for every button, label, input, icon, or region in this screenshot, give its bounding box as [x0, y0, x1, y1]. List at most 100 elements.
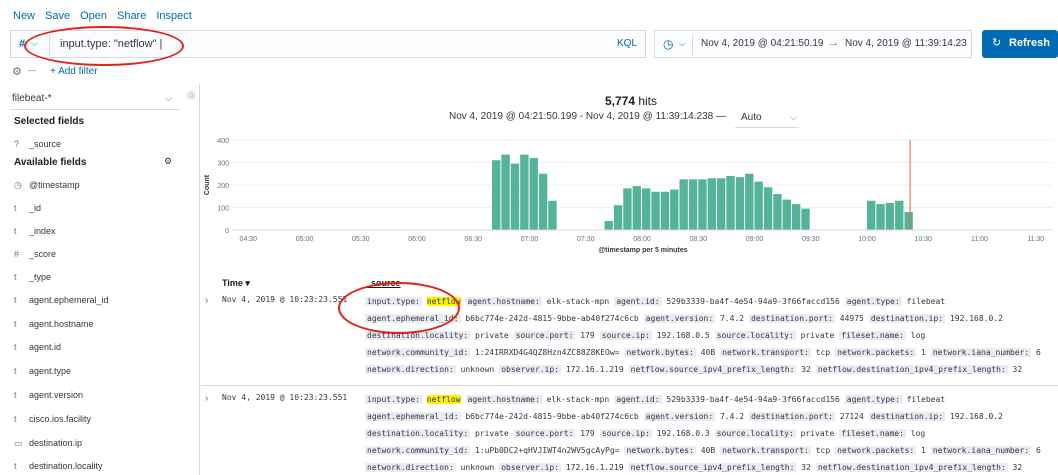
- nav-share-link[interactable]: Share: [117, 10, 146, 26]
- clock-icon[interactable]: ◷: [663, 37, 673, 51]
- histogram-bar: [613, 205, 623, 230]
- histogram-bar: [707, 178, 716, 230]
- chevron-down-icon[interactable]: —: [28, 66, 36, 75]
- ip-type-icon: ▭: [14, 438, 23, 448]
- x-tick-label: 09:30: [802, 236, 820, 243]
- field-key: agent.version:: [643, 412, 716, 421]
- field-value: tcp: [810, 446, 831, 455]
- saved-query-icon[interactable]: #: [19, 38, 25, 50]
- highlighted-value: netflow: [426, 297, 461, 306]
- field-key: network.transport:: [720, 446, 811, 455]
- field-item[interactable]: ◷ @timestamp: [14, 180, 80, 198]
- field-pair: agent.hostname: elk-stack-mpn: [465, 395, 609, 404]
- histogram-chart: 0 100 200 300 400 Count 04:30 05:00 05:30 06:00 06…: [204, 138, 1053, 254]
- field-pair: source.ip: 192.168.0.5: [599, 331, 710, 340]
- source-line: network.community_id: 1:uPb0DC2+qHVJIWT4…: [365, 444, 1055, 461]
- interval-select[interactable]: Auto ⌵: [735, 106, 799, 128]
- histogram-bar: [510, 163, 520, 230]
- kql-toggle[interactable]: KQL: [617, 38, 637, 49]
- index-pattern-select[interactable]: filebeat-* ⌵: [10, 88, 180, 110]
- field-key: agent.version:: [643, 314, 716, 323]
- time-column-header[interactable]: Time ▾: [222, 278, 250, 289]
- field-pair: input.type: netflow: [365, 395, 461, 404]
- y-tick-label: 400: [217, 138, 229, 145]
- field-name: agent.hostname: [29, 319, 94, 329]
- field-item[interactable]: t destination.locality: [14, 461, 103, 475]
- field-key: agent.hostname:: [465, 395, 542, 404]
- field-item[interactable]: t agent.version: [14, 390, 83, 408]
- field-value: b6bc774e-242d-4815-9bbe-ab40f274c6cb: [460, 412, 639, 421]
- expand-row-icon[interactable]: ›: [205, 295, 208, 306]
- field-item[interactable]: # _score: [14, 249, 56, 267]
- field-item[interactable]: t cisco.ios.facility: [14, 414, 91, 432]
- field-key: network.bytes:: [624, 348, 696, 357]
- field-item[interactable]: t _index: [14, 226, 56, 244]
- field-item[interactable]: t agent.hostname: [14, 319, 94, 337]
- field-pair: network.bytes: 40B: [624, 348, 715, 357]
- field-key: network.transport:: [720, 348, 811, 357]
- histogram-bar: [492, 160, 501, 230]
- query-input[interactable]: # ⌵ input.type: "netflow" | KQL: [10, 30, 646, 58]
- row-source: input.type: netflow agent.hostname: elk-s…: [365, 295, 1055, 380]
- field-pair: agent.version: 7.4.2: [643, 412, 744, 421]
- field-type-icon: t: [14, 295, 17, 305]
- field-pair: destination.port: 27124: [749, 412, 864, 421]
- selected-field-item[interactable]: ? _source: [14, 139, 61, 157]
- row-divider: [201, 385, 1058, 386]
- field-value: private: [795, 331, 835, 340]
- field-item[interactable]: t agent.id: [14, 342, 61, 360]
- y-tick-label: 0: [225, 228, 229, 235]
- chevron-down-icon[interactable]: ⌵: [31, 38, 38, 49]
- field-name: agent.version: [29, 390, 84, 400]
- chevron-down-icon[interactable]: ⌵: [679, 39, 685, 49]
- field-pair: agent.id: 529b3339-ba4f-4e54-94a9-3f66fa…: [614, 297, 840, 306]
- histogram-bar: [642, 188, 651, 230]
- field-key: observer.ip:: [499, 463, 562, 472]
- hits-count: 5,774 hits: [201, 94, 1058, 108]
- field-value: elk-stack-mpn: [541, 297, 610, 306]
- field-value: 1:uPb0DC2+qHVJIWT4n2WV5gcAyPg=: [470, 446, 620, 455]
- time-picker[interactable]: ◷ ⌵ Nov 4, 2019 @ 04:21:50.19 → Nov 4, 2…: [654, 30, 972, 58]
- field-value: 6: [1031, 446, 1041, 455]
- field-pair: netflow.source_ipv4_prefix_length: 32: [628, 365, 811, 374]
- query-bar: # ⌵ input.type: "netflow" | KQL ◷ ⌵ Nov …: [10, 30, 1058, 60]
- nav-open-link[interactable]: Open: [80, 10, 107, 26]
- time-end[interactable]: Nov 4, 2019 @ 11:39:14.23: [845, 38, 967, 49]
- field-item[interactable]: t _type: [14, 272, 51, 290]
- field-key: source.port:: [513, 331, 576, 340]
- nav-inspect-link[interactable]: Inspect: [156, 10, 191, 26]
- expand-row-icon[interactable]: ›: [205, 393, 208, 404]
- field-sidebar: filebeat-* ⌵ ◎ Selected fields ? _source …: [0, 84, 200, 475]
- field-type-icon: t: [14, 414, 17, 424]
- field-item[interactable]: t _id: [14, 203, 41, 221]
- field-type-icon: t: [14, 272, 17, 282]
- time-start[interactable]: Nov 4, 2019 @ 04:21:50.19: [701, 38, 823, 49]
- field-key: network.iana_number:: [930, 446, 1032, 455]
- field-value: 172.16.1.219: [561, 463, 624, 472]
- refresh-button[interactable]: ↻ Refresh: [982, 30, 1058, 58]
- nav-save-link[interactable]: Save: [45, 10, 70, 26]
- x-axis-label: @timestamp per 5 minutes: [598, 247, 687, 254]
- query-text[interactable]: input.type: "netflow" |: [60, 38, 162, 50]
- x-tick-label: 07:00: [521, 236, 539, 243]
- collapse-sidebar-icon[interactable]: ◎: [187, 90, 196, 101]
- nav-new-link[interactable]: New: [13, 10, 35, 26]
- field-value: 40B: [695, 348, 716, 357]
- field-key: network.packets:: [835, 446, 917, 455]
- field-pair: input.type: netflow: [365, 297, 461, 306]
- field-type-icon: t: [14, 319, 17, 329]
- add-filter-button[interactable]: + Add filter: [50, 66, 98, 77]
- gear-icon[interactable]: ⚙: [164, 156, 172, 167]
- x-tick-label: 06:30: [465, 236, 483, 243]
- field-value: log: [905, 429, 926, 438]
- field-key: agent.ephemeral_id:: [365, 412, 461, 421]
- field-item[interactable]: t agent.type: [14, 366, 71, 384]
- source-line: network.community_id: 1:24IRRXD4G4QZ8Hzn…: [365, 346, 1055, 363]
- interval-value: Auto: [741, 112, 762, 123]
- field-item[interactable]: ▭ destination.ip: [14, 438, 82, 456]
- field-item[interactable]: t agent.ephemeral_id: [14, 295, 109, 313]
- top-nav: New Save Open Share Inspect: [0, 0, 1058, 26]
- field-value: private: [470, 331, 509, 340]
- field-value: 32: [796, 463, 811, 472]
- gear-icon[interactable]: ⚙: [12, 65, 22, 78]
